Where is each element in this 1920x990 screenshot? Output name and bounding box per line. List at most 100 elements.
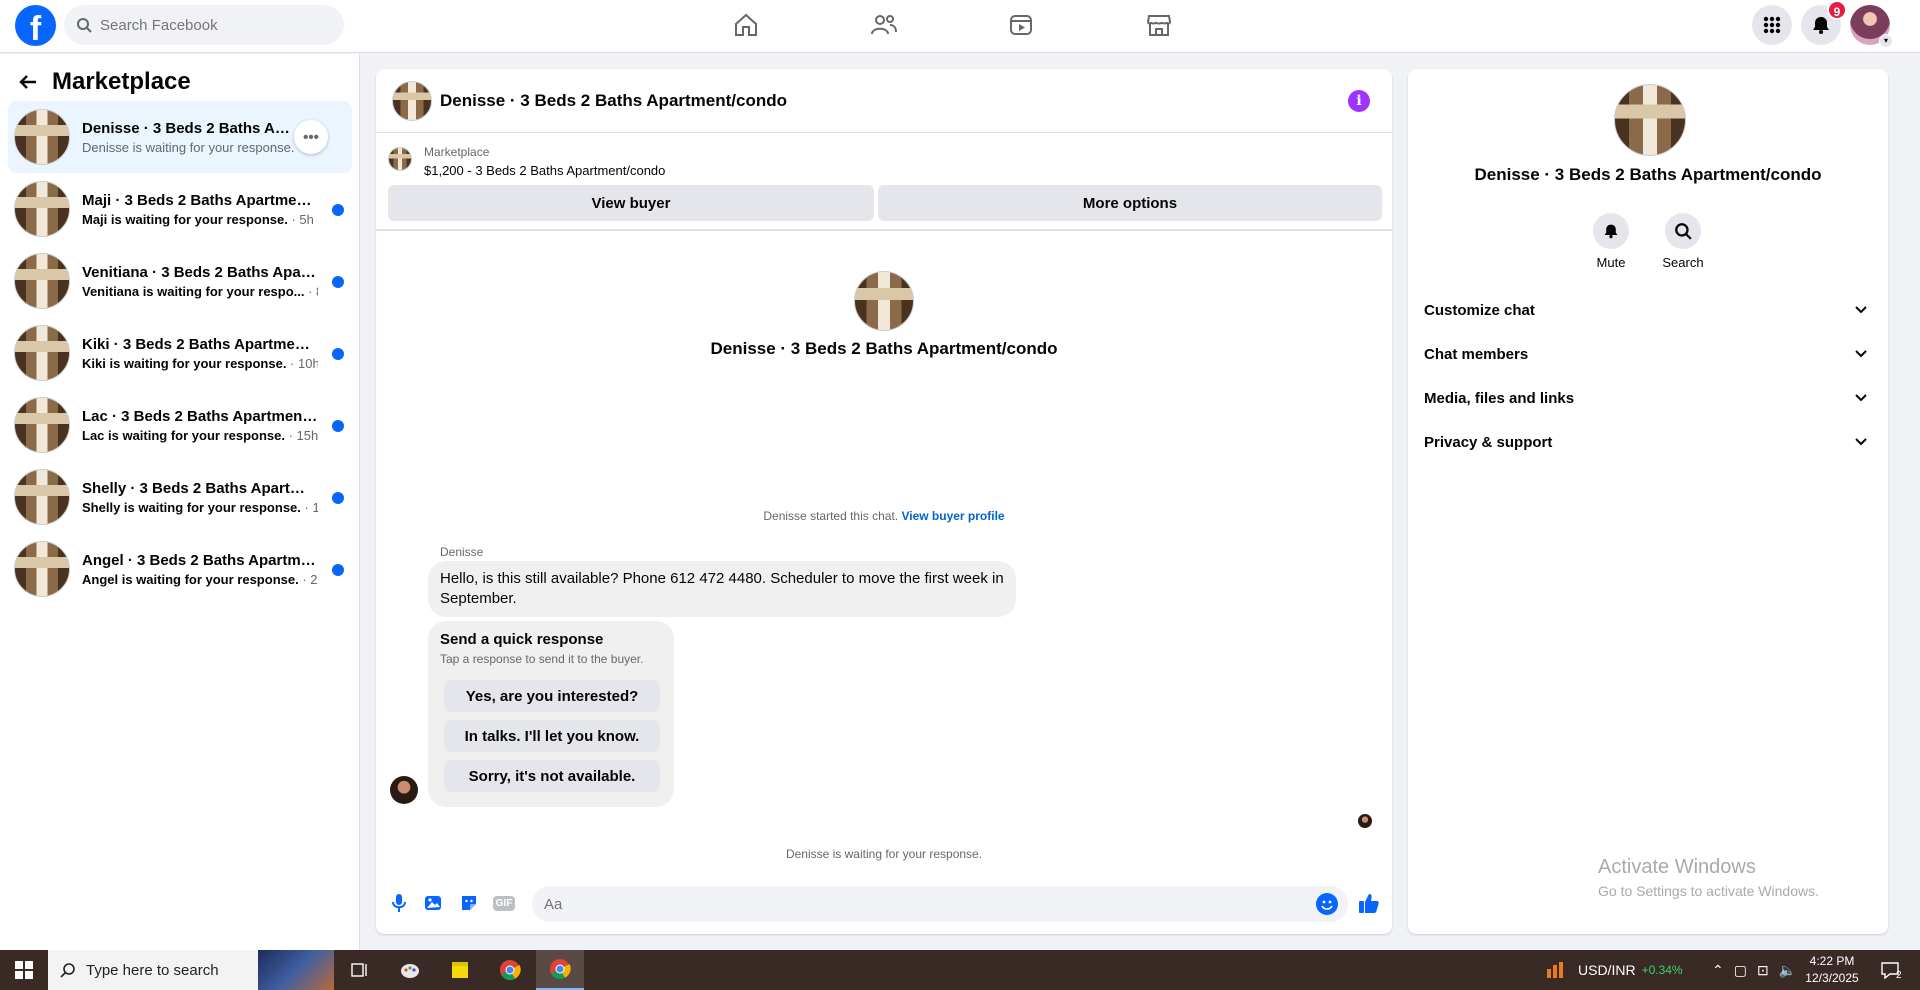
listing-price-title[interactable]: $1,200 - 3 Beds 2 Baths Apartment/condo xyxy=(424,163,665,178)
chevron-down-icon xyxy=(1855,438,1867,446)
chat-started-notice: Denisse started this chat. View buyer pr… xyxy=(376,509,1392,523)
privacy-support-section[interactable]: Privacy & support xyxy=(1424,422,1876,462)
chat-listing-image xyxy=(854,271,914,331)
currency-chart-icon xyxy=(1547,962,1563,978)
search-input[interactable] xyxy=(100,16,300,34)
activate-windows-watermark: Activate Windows Go to Settings to activ… xyxy=(1598,856,1819,899)
conversation-preview: Angel is waiting for your response. xyxy=(82,571,299,587)
notification-center[interactable]: 2 xyxy=(1880,950,1902,990)
chrome-profile-icon[interactable] xyxy=(536,950,584,990)
conversation-item[interactable]: Lac · 3 Beds 2 Baths Apartment/condo Lac… xyxy=(8,389,352,461)
gif-icon[interactable]: GIF xyxy=(492,892,516,914)
thumbs-up-icon[interactable] xyxy=(1358,892,1380,914)
info-icon[interactable]: i xyxy=(1348,90,1370,112)
chat-members-section[interactable]: Chat members xyxy=(1424,334,1876,374)
search-icon xyxy=(1675,223,1692,240)
emoji-icon[interactable] xyxy=(1316,893,1338,915)
conversation-time: · 10h xyxy=(286,355,318,371)
chat-panel: Denisse · 3 Beds 2 Baths Apartment/condo… xyxy=(376,69,1392,934)
microphone-icon[interactable] xyxy=(388,892,410,914)
photo-icon[interactable] xyxy=(422,892,444,914)
sticky-notes-icon[interactable] xyxy=(436,950,484,990)
conversation-list: Denisse · 3 Beds 2 Baths Apartment/condo… xyxy=(8,101,352,605)
marketplace-listing-bar: Marketplace $1,200 - 3 Beds 2 Baths Apar… xyxy=(376,133,1392,231)
network-icon[interactable]: ⊡ xyxy=(1757,962,1769,979)
ticker-label: USD/INR xyxy=(1578,962,1636,978)
chat-header: Denisse · 3 Beds 2 Baths Apartment/condo… xyxy=(376,69,1392,133)
conversation-item[interactable]: Kiki · 3 Beds 2 Baths Apartment/condo Ki… xyxy=(8,317,352,389)
conversation-sidebar: Marketplace Denisse · 3 Beds 2 Baths Apa… xyxy=(0,54,360,950)
more-options-button[interactable]: ••• xyxy=(294,120,328,154)
sticker-icon[interactable] xyxy=(458,892,480,914)
conversation-item[interactable]: Maji · 3 Beds 2 Baths Apartment/condo Ma… xyxy=(8,173,352,245)
more-options-button[interactable]: More options xyxy=(878,185,1382,221)
quick-response-button[interactable]: Sorry, it's not available. xyxy=(444,760,660,792)
task-view-icon[interactable] xyxy=(336,950,384,990)
chevron-down-icon: ▾ xyxy=(1879,34,1893,48)
meet-now-icon[interactable]: ▢ xyxy=(1734,962,1747,979)
search-action[interactable]: Search xyxy=(1653,213,1713,270)
notifications-button[interactable]: 9 xyxy=(1801,0,1847,45)
clock-time: 4:22 PM xyxy=(1809,954,1855,968)
section-label: Chat members xyxy=(1424,345,1529,363)
unread-indicator xyxy=(332,204,344,216)
listing-thumbnail xyxy=(14,181,70,237)
taskbar-search[interactable]: Type here to search xyxy=(48,950,334,990)
message-input[interactable] xyxy=(532,886,1348,922)
unread-indicator xyxy=(332,492,344,504)
facebook-logo[interactable]: f xyxy=(15,5,56,46)
search-highlight-image[interactable] xyxy=(258,950,334,990)
grid-icon xyxy=(1763,16,1781,34)
customize-chat-section[interactable]: Customize chat xyxy=(1424,290,1876,330)
account-avatar[interactable]: ▾ xyxy=(1850,5,1893,48)
listing-thumbnail xyxy=(14,541,70,597)
conversation-item[interactable]: Venitiana · 3 Beds 2 Baths Apartment/con… xyxy=(8,245,352,317)
chat-info-panel: Denisse · 3 Beds 2 Baths Apartment/condo… xyxy=(1408,69,1888,934)
quick-response-button[interactable]: In talks. I'll let you know. xyxy=(444,720,660,752)
chat-title[interactable]: Denisse · 3 Beds 2 Baths Apartment/condo xyxy=(440,91,787,111)
search-facebook[interactable] xyxy=(64,5,344,45)
paint-app-icon[interactable] xyxy=(386,950,434,990)
sender-name: Denisse xyxy=(440,545,484,559)
mute-action[interactable]: Mute xyxy=(1581,213,1641,270)
chrome-icon[interactable] xyxy=(486,950,534,990)
conversation-title: Shelly · 3 Beds 2 Baths Apartment/condo xyxy=(82,479,318,497)
sender-avatar[interactable] xyxy=(390,776,418,804)
menu-grid-button[interactable] xyxy=(1752,5,1792,45)
stock-widget[interactable]: USD/INR +0.34% xyxy=(1546,950,1683,990)
conversation-title: Kiki · 3 Beds 2 Baths Apartment/condo xyxy=(82,335,318,353)
marketplace-label: Marketplace xyxy=(424,145,490,159)
conversation-item[interactable]: Shelly · 3 Beds 2 Baths Apartment/condo … xyxy=(8,461,352,533)
volume-icon[interactable]: 🔈 xyxy=(1779,962,1796,979)
quick-response-button[interactable]: Yes, are you interested? xyxy=(444,680,660,712)
conversation-preview: Shelly is waiting for your response. xyxy=(82,499,301,515)
clock[interactable]: 4:22 PM 12/3/2025 xyxy=(1796,953,1868,987)
view-buyer-button[interactable]: View buyer xyxy=(388,185,874,221)
friends-icon[interactable] xyxy=(869,10,899,40)
sidebar-header: Marketplace xyxy=(18,68,191,96)
info-listing-image[interactable] xyxy=(1614,84,1686,156)
conversation-item[interactable]: Denisse · 3 Beds 2 Baths Apartment/condo… xyxy=(8,101,352,173)
windows-taskbar: Type here to search USD/INR +0.34% ⌃ ▢ ⊡… xyxy=(0,950,1920,990)
chevron-down-icon xyxy=(1855,306,1867,314)
conversation-item[interactable]: Angel · 3 Beds 2 Baths Apartment/condo A… xyxy=(8,533,352,605)
home-icon[interactable] xyxy=(731,10,761,40)
chevron-down-icon xyxy=(1855,350,1867,358)
conversation-preview: Lac is waiting for your response. xyxy=(82,427,285,443)
start-button[interactable] xyxy=(0,950,48,990)
unread-indicator xyxy=(332,420,344,432)
bell-icon xyxy=(1604,224,1618,239)
quick-response-title: Send a quick response xyxy=(440,631,604,648)
conversation-time: · 15h xyxy=(285,427,318,443)
marketplace-icon[interactable] xyxy=(1144,10,1174,40)
conversation-preview: Kiki is waiting for your response. xyxy=(82,355,287,371)
media-files-links-section[interactable]: Media, files and links xyxy=(1424,378,1876,418)
video-icon[interactable] xyxy=(1006,10,1036,40)
chat-header-thumbnail[interactable] xyxy=(392,81,432,121)
chevron-up-icon[interactable]: ⌃ xyxy=(1712,962,1724,979)
listing-thumbnail xyxy=(14,397,70,453)
listing-thumbnail xyxy=(388,147,412,171)
back-arrow-icon[interactable] xyxy=(18,72,38,92)
bell-icon xyxy=(1813,17,1829,34)
view-buyer-profile-link[interactable]: View buyer profile xyxy=(901,509,1004,523)
